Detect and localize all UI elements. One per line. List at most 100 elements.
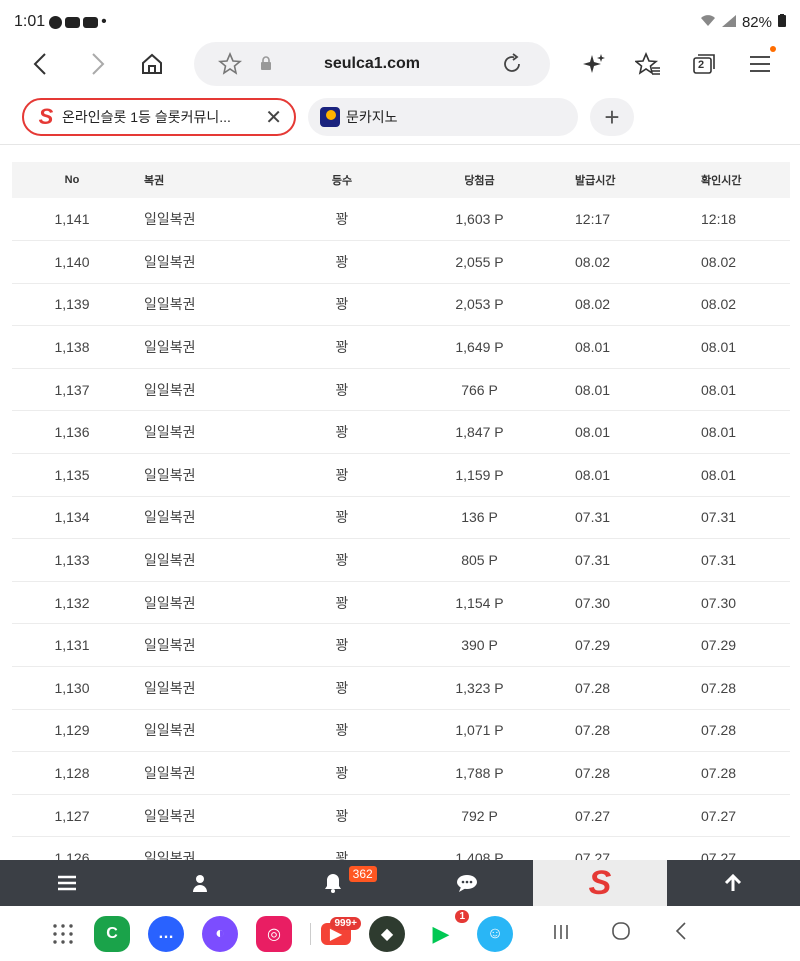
forward-button[interactable]	[70, 42, 126, 86]
close-icon[interactable]: ✕	[265, 105, 282, 130]
table-row: 1,136 일일복권 꽝 1,847 P 08.01 08.01	[12, 410, 790, 455]
cell-check-time: 07.29	[667, 623, 790, 668]
table-row: 1,139 일일복권 꽝 2,053 P 08.02 08.02	[12, 283, 790, 327]
recents-button[interactable]	[531, 921, 591, 947]
youtube-app-icon[interactable]: ▶ 999+	[321, 916, 361, 945]
cell-no: 1,141	[12, 198, 132, 242]
cell-rank: 꽝	[282, 666, 402, 710]
chevron-left-icon	[675, 921, 686, 940]
back-button[interactable]	[12, 42, 68, 86]
address-bar[interactable]: seulca1.com	[194, 42, 550, 86]
nav-scroll-top-button[interactable]	[667, 860, 800, 906]
cell-check-time: 07.28	[667, 666, 790, 710]
table-row: 1,140 일일복권 꽝 2,055 P 08.02 08.02	[12, 240, 790, 284]
home-button[interactable]	[124, 42, 180, 86]
cell-prize: 1,159 P	[402, 453, 557, 497]
cell-no: 1,126	[12, 836, 132, 860]
clock: 1:01	[14, 13, 46, 30]
signal-icon	[721, 14, 736, 31]
nav-home-logo[interactable]: S	[533, 860, 667, 906]
cell-issue-time: 08.02	[557, 283, 667, 327]
cell-check-time: 12:18	[667, 198, 790, 242]
cell-no: 1,137	[12, 368, 132, 412]
tabs-icon: 2	[692, 53, 716, 75]
table: No 복권 등수 당첨금 발급시간 확인시간 1,141 일일복권 꽝 1,603 P…	[12, 162, 790, 860]
table-header: No 복권 등수 당첨금 발급시간 확인시간	[12, 162, 790, 198]
tab-seulca[interactable]: S 온라인슬롯 1등 슬롯커뮤니... ✕	[22, 98, 296, 136]
cell-check-time: 08.01	[667, 410, 790, 455]
cell-prize: 1,649 P	[402, 325, 557, 369]
table-row: 1,133 일일복권 꽝 805 P 07.31 07.31	[12, 538, 790, 582]
home-nav-button[interactable]	[591, 921, 651, 947]
cell-issue-time: 07.29	[557, 623, 667, 668]
menu-button[interactable]	[732, 42, 788, 86]
cell-prize: 1,323 P	[402, 666, 557, 710]
play-store-badge: 1	[455, 909, 469, 923]
col-issue-time: 발급시간	[557, 162, 667, 198]
nav-user-button[interactable]	[133, 860, 266, 906]
back-nav-button[interactable]	[651, 921, 711, 947]
table-row: 1,134 일일복권 꽝 136 P 07.31 07.31	[12, 496, 790, 540]
col-type: 복권	[132, 162, 282, 198]
seulca-logo-icon: S	[38, 104, 54, 129]
tab-moon-casino[interactable]: 문카지노	[308, 98, 578, 136]
table-body: 1,141 일일복권 꽝 1,603 P 12:17 12:18 1,140 일일복권 꽝 2,0…	[12, 198, 790, 860]
table-row: 1,138 일일복권 꽝 1,649 P 08.01 08.01	[12, 325, 790, 369]
table-row: 1,128 일일복권 꽝 1,788 P 07.28 07.28	[12, 751, 790, 795]
nav-chat-button[interactable]	[400, 860, 533, 906]
new-tab-button[interactable]: +	[590, 98, 634, 136]
cell-check-time: 07.27	[667, 836, 790, 860]
cell-type: 일일복권	[132, 496, 282, 540]
tabs-button[interactable]: 2	[676, 42, 732, 86]
play-store-icon[interactable]: ▶ 1	[423, 909, 469, 952]
browser-app-icon[interactable]: ◐	[202, 915, 238, 952]
chevron-left-icon	[33, 53, 46, 75]
cell-no: 1,138	[12, 325, 132, 369]
cell-check-time: 08.01	[667, 368, 790, 412]
cell-prize: 1,603 P	[402, 198, 557, 242]
cell-no: 1,132	[12, 581, 132, 625]
sparkle-icon	[583, 54, 605, 73]
nav-menu-button[interactable]	[0, 860, 133, 906]
cell-type: 일일복권	[132, 325, 282, 369]
lottery-history-table: No 복권 등수 당첨금 발급시간 확인시간 1,141 일일복권 꽝 1,603 P…	[12, 162, 790, 860]
moon-logo-icon	[320, 107, 340, 127]
cell-type: 일일복권	[132, 368, 282, 412]
nav-notifications-button[interactable]: 362	[267, 860, 400, 906]
reload-icon[interactable]	[500, 52, 524, 81]
table-row: 1,126 일일복권 꽝 1,408 P 07.27 07.27	[12, 836, 790, 860]
table-row: 1,132 일일복권 꽝 1,154 P 07.30 07.30	[12, 581, 790, 625]
bookmark-star-icon[interactable]	[217, 51, 243, 81]
notification-icons: •	[49, 13, 107, 31]
hamburger-icon	[750, 56, 770, 72]
col-prize: 당첨금	[402, 162, 557, 198]
cell-issue-time: 08.01	[557, 325, 667, 369]
cell-issue-time: 07.28	[557, 751, 667, 795]
call-app-icon[interactable]: C	[94, 915, 130, 952]
cell-no: 1,136	[12, 410, 132, 455]
bookmarks-button[interactable]	[620, 42, 676, 86]
seulca-logo-icon: S	[588, 863, 612, 902]
app-drawer-icon[interactable]	[52, 923, 74, 945]
status-bar: 1:01 • 82%	[0, 0, 800, 44]
status-right: 82%	[700, 13, 786, 31]
camera-app-icon[interactable]: ◎	[256, 915, 292, 952]
assistant-app-icon[interactable]: ☺	[477, 915, 513, 952]
cell-type: 일일복권	[132, 538, 282, 582]
cell-type: 일일복권	[132, 198, 282, 242]
game-app-icon[interactable]: ◆	[369, 915, 405, 952]
cell-rank: 꽝	[282, 496, 402, 540]
cell-rank: 꽝	[282, 581, 402, 625]
messages-app-icon[interactable]: …	[148, 915, 184, 952]
cell-rank: 꽝	[282, 368, 402, 412]
cell-check-time: 07.31	[667, 538, 790, 582]
notification-badge: 362	[348, 866, 377, 882]
plus-icon: +	[604, 101, 620, 132]
cell-type: 일일복권	[132, 453, 282, 497]
android-taskbar: C … ◐ ◎ ▶ 999+ ◆ ▶ 1 ☺	[0, 906, 800, 961]
youtube-badge: 999+	[330, 916, 361, 930]
cell-issue-time: 07.31	[557, 538, 667, 582]
browser-toolbar: seulca1.com 2	[0, 40, 800, 88]
cell-prize: 805 P	[402, 538, 557, 582]
ai-sparkle-button[interactable]	[566, 42, 622, 86]
